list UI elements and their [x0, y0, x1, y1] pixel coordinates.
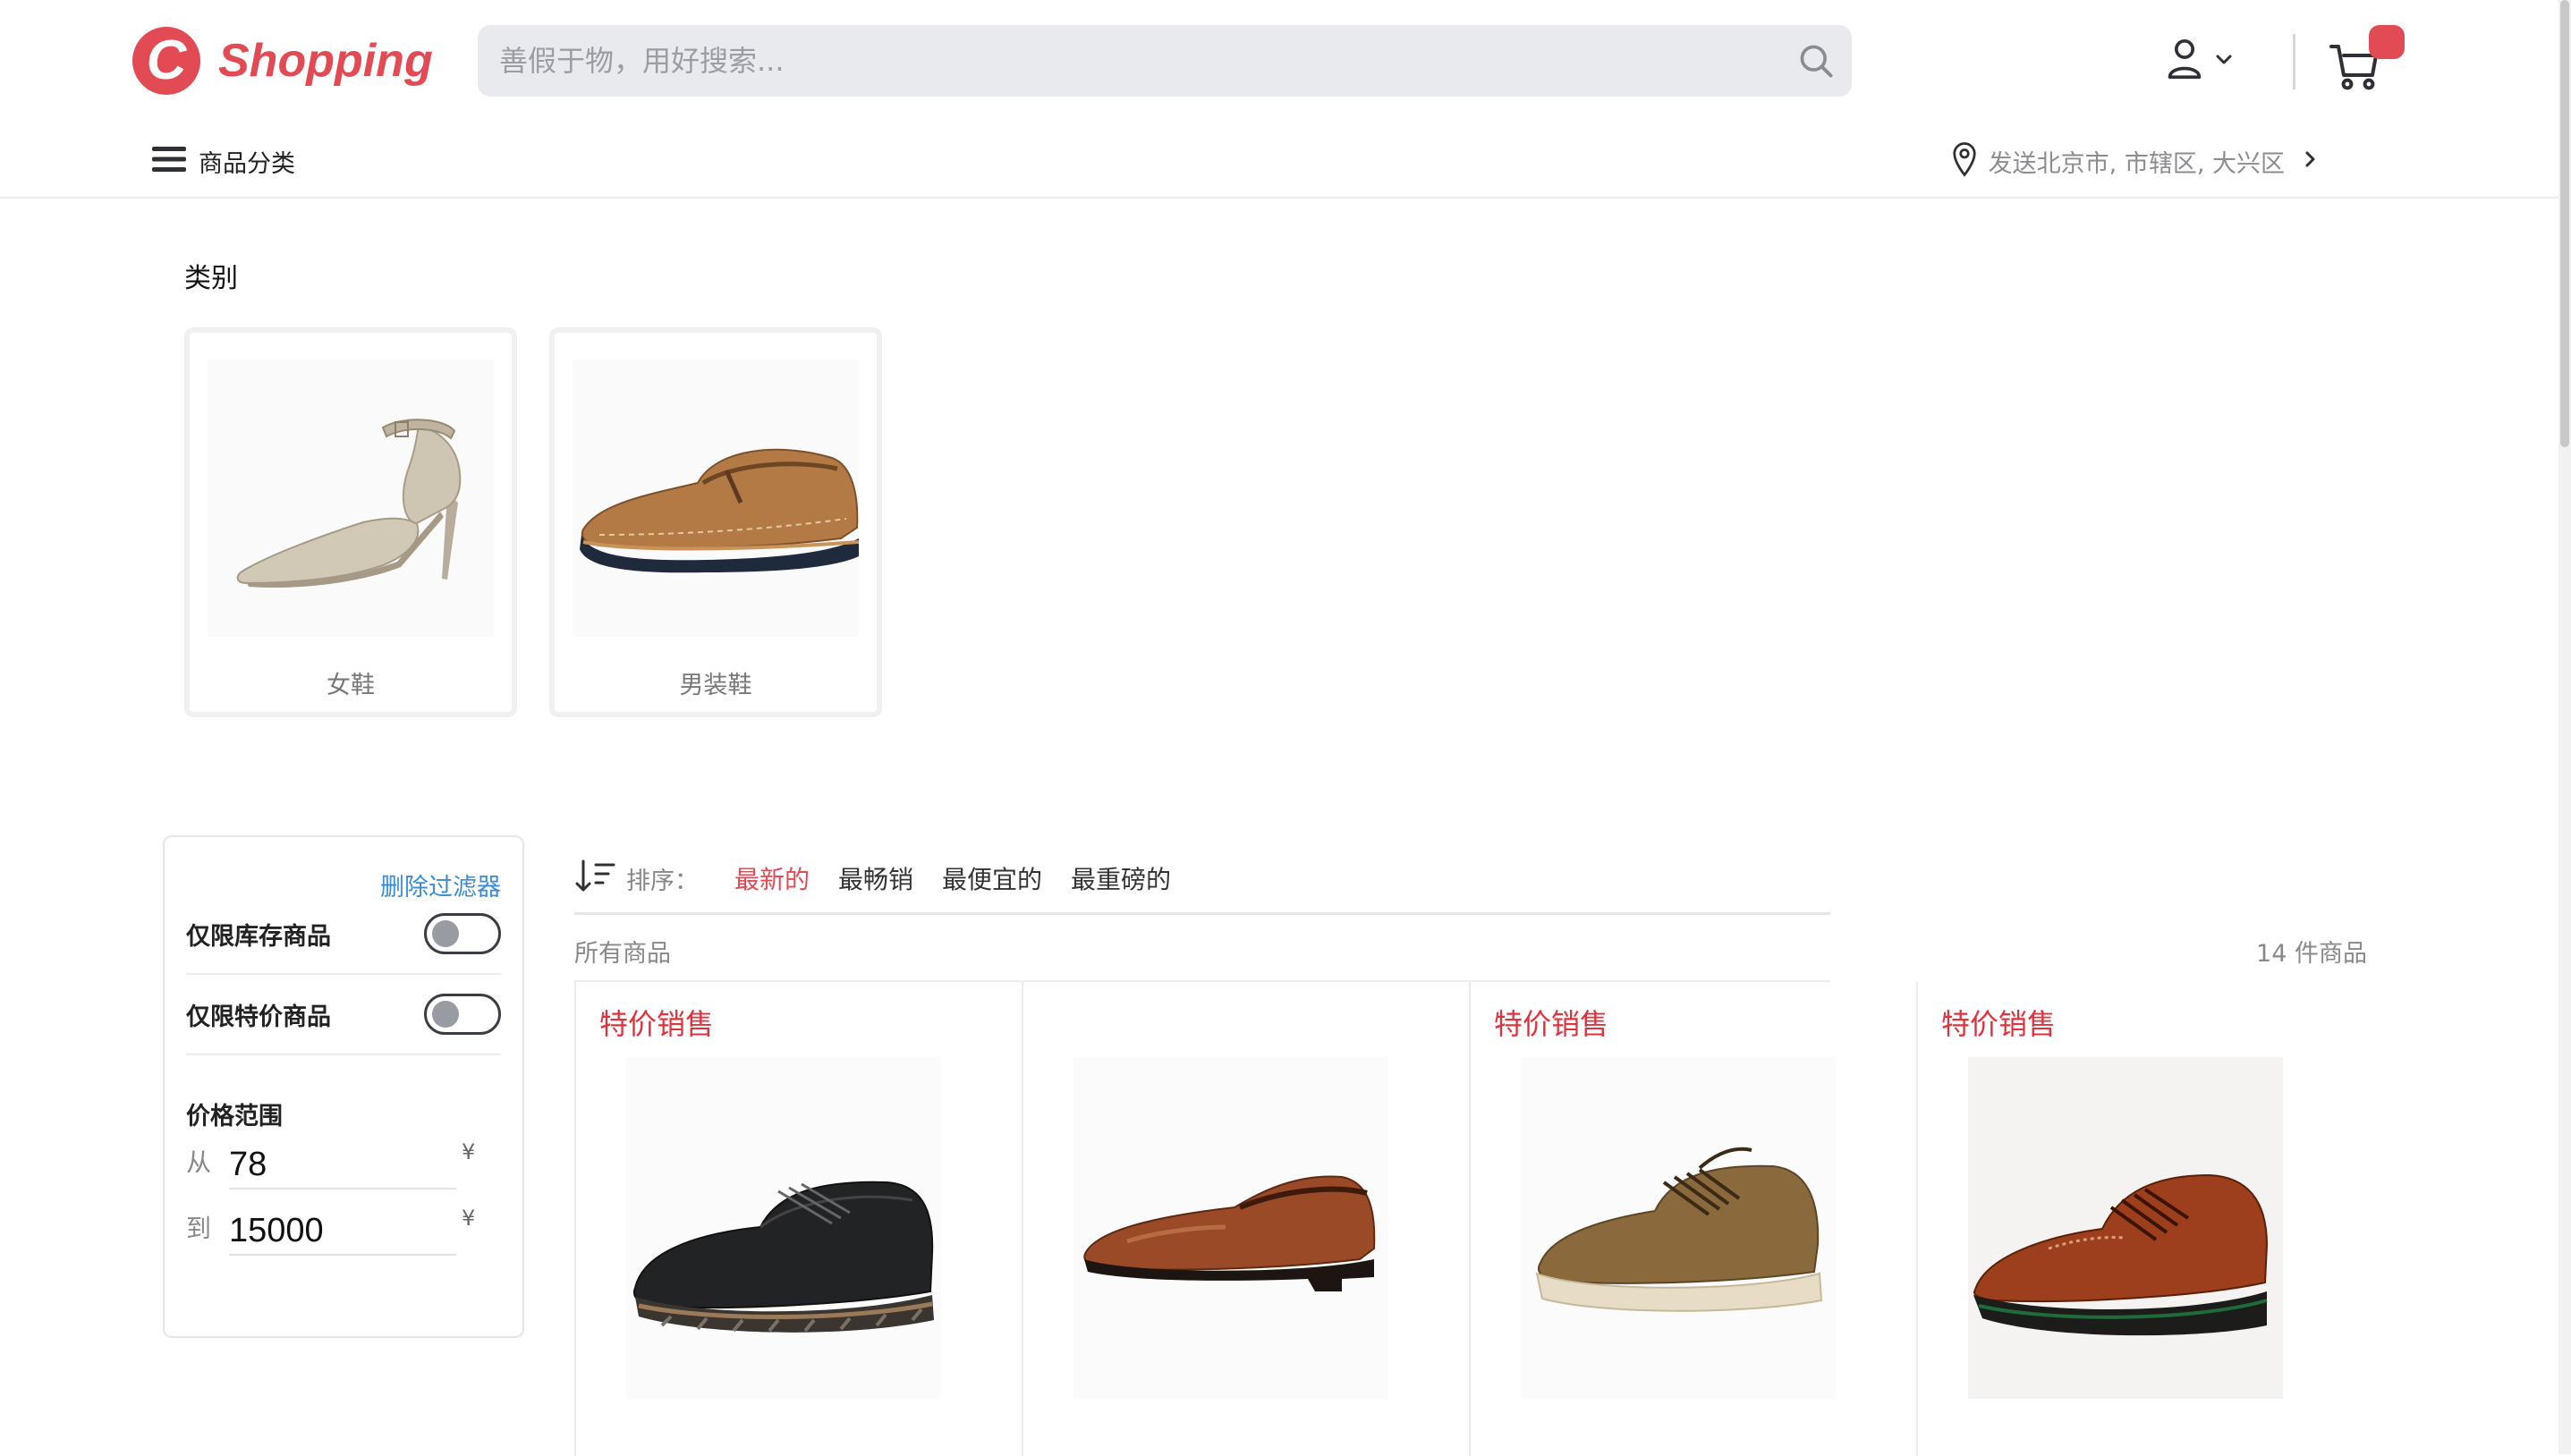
scrollbar-thumb[interactable] [2560, 0, 2569, 447]
price-to-row: 到 15000 ¥ [186, 1195, 481, 1256]
cart-badge [2369, 25, 2405, 59]
chevron-right-icon [2304, 150, 2317, 172]
all-products-label: 所有商品 [574, 940, 671, 968]
sort-option-bestselling[interactable]: 最畅销 [838, 860, 913, 896]
delivery-location-label: 发送北京市, 市辖区, 大兴区 [1988, 149, 2285, 178]
category-card-mens[interactable]: 男装鞋 [549, 327, 882, 717]
brown-brogue-shoe-image [1968, 1057, 2283, 1399]
price-from-input[interactable]: 78 [229, 1146, 456, 1189]
price-to-label: 到 [186, 1214, 212, 1243]
header-divider [2293, 34, 2295, 89]
black-wingtip-shoe-image [626, 1057, 941, 1399]
user-icon [2165, 38, 2204, 84]
search-input[interactable] [478, 25, 1780, 97]
location-pin-icon [1951, 141, 1978, 181]
sale-badge: 特价销售 [1494, 1007, 1609, 1041]
user-menu-button[interactable] [2165, 34, 2245, 88]
sort-option-cheapest[interactable]: 最便宜的 [942, 860, 1042, 896]
in-stock-filter-label: 仅限库存商品 [186, 922, 331, 951]
sort-bar: 排序： 最新的 最畅销 最便宜的 最重磅的 [574, 859, 1200, 898]
category-menu-button[interactable]: 商品分类 [152, 140, 295, 182]
chevron-down-icon [2215, 53, 2233, 70]
product-card[interactable]: 特价销售 [1916, 982, 2363, 1456]
sort-option-newest[interactable]: 最新的 [734, 860, 810, 896]
mens-loafer-image [573, 360, 860, 637]
sale-badge: 特价销售 [599, 1007, 715, 1041]
category-name: 女鞋 [327, 672, 375, 699]
womens-heel-image [208, 360, 494, 637]
logo-mark: C [132, 27, 200, 95]
categories-title: 类别 [184, 263, 238, 294]
special-filter-label: 仅限特价商品 [186, 1003, 331, 1031]
sort-option-heaviest[interactable]: 最重磅的 [1071, 860, 1171, 896]
price-range-title: 价格范围 [186, 1103, 283, 1130]
product-card[interactable]: 特价销售 [1469, 982, 1916, 1456]
search-bar [478, 25, 1852, 97]
sort-divider [574, 912, 1830, 915]
delivery-location[interactable]: 发送北京市, 市辖区, 大兴区 [1951, 140, 2317, 182]
in-stock-filter-row: 仅限库存商品 [186, 894, 501, 975]
brown-loafer-image [1073, 1057, 1388, 1399]
product-card[interactable] [1022, 982, 1469, 1456]
in-stock-toggle[interactable] [424, 913, 501, 954]
price-to-input[interactable]: 15000 [229, 1212, 456, 1256]
logo-text: Shopping [218, 35, 433, 87]
cart-button[interactable] [2326, 25, 2406, 93]
product-card[interactable]: 特价销售 [574, 982, 1022, 1456]
price-from-label: 从 [186, 1147, 212, 1177]
product-grid: 特价销售 特价销售 特价销售 [574, 980, 2283, 1456]
special-toggle[interactable] [424, 994, 501, 1035]
product-count: 14 件商品 [2256, 940, 2367, 968]
currency-symbol: ¥ [462, 1206, 476, 1231]
sale-badge: 特价销售 [1941, 1007, 2057, 1041]
price-from-row: 从 78 ¥ [186, 1129, 481, 1189]
category-name: 男装鞋 [679, 672, 752, 699]
sort-icon [574, 859, 615, 897]
filter-panel: 删除过滤器 仅限库存商品 仅限特价商品 价格范围 从 78 ¥ 到 15000 … [163, 835, 524, 1338]
suede-oxford-shoe-image [1521, 1057, 1836, 1399]
category-card-womens[interactable]: 女鞋 [184, 327, 517, 717]
search-icon[interactable] [1780, 25, 1852, 97]
category-menu-label: 商品分类 [199, 149, 295, 178]
sort-label: 排序： [626, 867, 699, 895]
site-header: C Shopping 商品分类 发送北京市, 市辖区, 大兴区 [0, 0, 2558, 199]
site-logo[interactable]: C Shopping [132, 25, 433, 97]
currency-symbol: ¥ [462, 1139, 476, 1164]
special-filter-row: 仅限特价商品 [186, 975, 501, 1055]
hamburger-icon [152, 145, 186, 177]
